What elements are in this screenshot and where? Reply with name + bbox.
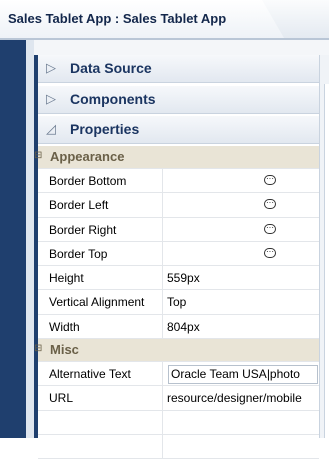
left-nav-bar [0,40,26,438]
empty-row [38,410,319,435]
column-divider [162,362,163,386]
property-value[interactable]: resource/designer/mobile [167,391,319,405]
property-row[interactable]: Width 804px [38,314,319,340]
column-divider [162,434,163,458]
accordion-data-source[interactable]: ▷ Data Source [38,55,319,83]
collapse-icon[interactable]: ⊟ [34,343,42,354]
column-divider [162,314,163,339]
column-divider [162,217,163,241]
left-nav-gap [26,40,34,438]
column-divider [162,241,163,266]
property-name: URL [49,391,74,406]
property-name: Border Bottom [49,174,127,188]
ellipsis-button-icon[interactable]: ··· [264,247,276,258]
property-row[interactable]: Border Left ··· [38,193,319,218]
property-row[interactable]: Alternative Text Oracle Team USA|photo [38,362,319,387]
section-label: Misc [50,342,79,358]
property-value[interactable]: Top [167,295,319,309]
property-name: Border Right [49,222,117,237]
accordion-label: Components [70,91,156,107]
accordion-label: Properties [70,121,140,137]
property-row[interactable]: Height 559px [38,266,319,291]
property-value[interactable]: 804px [167,320,319,334]
property-value[interactable]: 559px [167,271,319,285]
property-row[interactable]: Border Bottom ··· [38,169,319,194]
property-name: Height [49,271,84,286]
section-label: Appearance [50,149,125,164]
ellipsis-button-icon[interactable]: ··· [264,175,276,185]
ellipsis-button-icon[interactable]: ··· [264,199,276,210]
collapse-icon[interactable]: ⊟ [34,150,42,161]
triangle-right-icon: ▷ [46,91,56,106]
column-divider [162,386,163,410]
accordion-properties[interactable]: ◿ Properties [38,116,319,144]
property-name: Border Left [49,198,109,213]
property-row[interactable]: URL resource/designer/mobile [38,386,319,411]
column-divider [162,410,163,434]
app-tab[interactable]: Sales Tablet App : Sales Tablet App [0,0,284,38]
property-row[interactable]: Border Right ··· [38,217,319,242]
column-divider [162,169,163,193]
triangle-right-icon: ▷ [46,60,56,75]
property-row[interactable]: Vertical Alignment Top [38,290,319,315]
empty-row [38,434,319,459]
property-name: Vertical Alignment [49,295,145,310]
property-name: Alternative Text [49,367,131,382]
accordion-label: Data Source [70,60,152,76]
section-appearance[interactable]: ⊟ Appearance [34,146,319,169]
ellipsis-button-icon[interactable]: ··· [264,223,276,234]
app-title: Sales Tablet App : Sales Tablet App [8,11,227,26]
panel-top [34,40,329,55]
column-divider [162,266,163,290]
section-misc[interactable]: ⊟ Misc [34,339,319,363]
property-row[interactable]: Border Top ··· [38,241,319,267]
right-scrollbar[interactable] [324,84,329,438]
accordion-components[interactable]: ▷ Components [38,86,319,114]
property-name: Border Top [49,246,108,261]
column-divider [162,290,163,314]
property-grid: ⊟ Appearance Border Bottom ··· Border Le… [34,146,319,459]
property-name: Width [49,319,80,334]
alternative-text-input[interactable]: Oracle Team USA|photo [168,365,318,385]
triangle-down-icon: ◿ [46,121,56,136]
column-divider [162,193,163,217]
